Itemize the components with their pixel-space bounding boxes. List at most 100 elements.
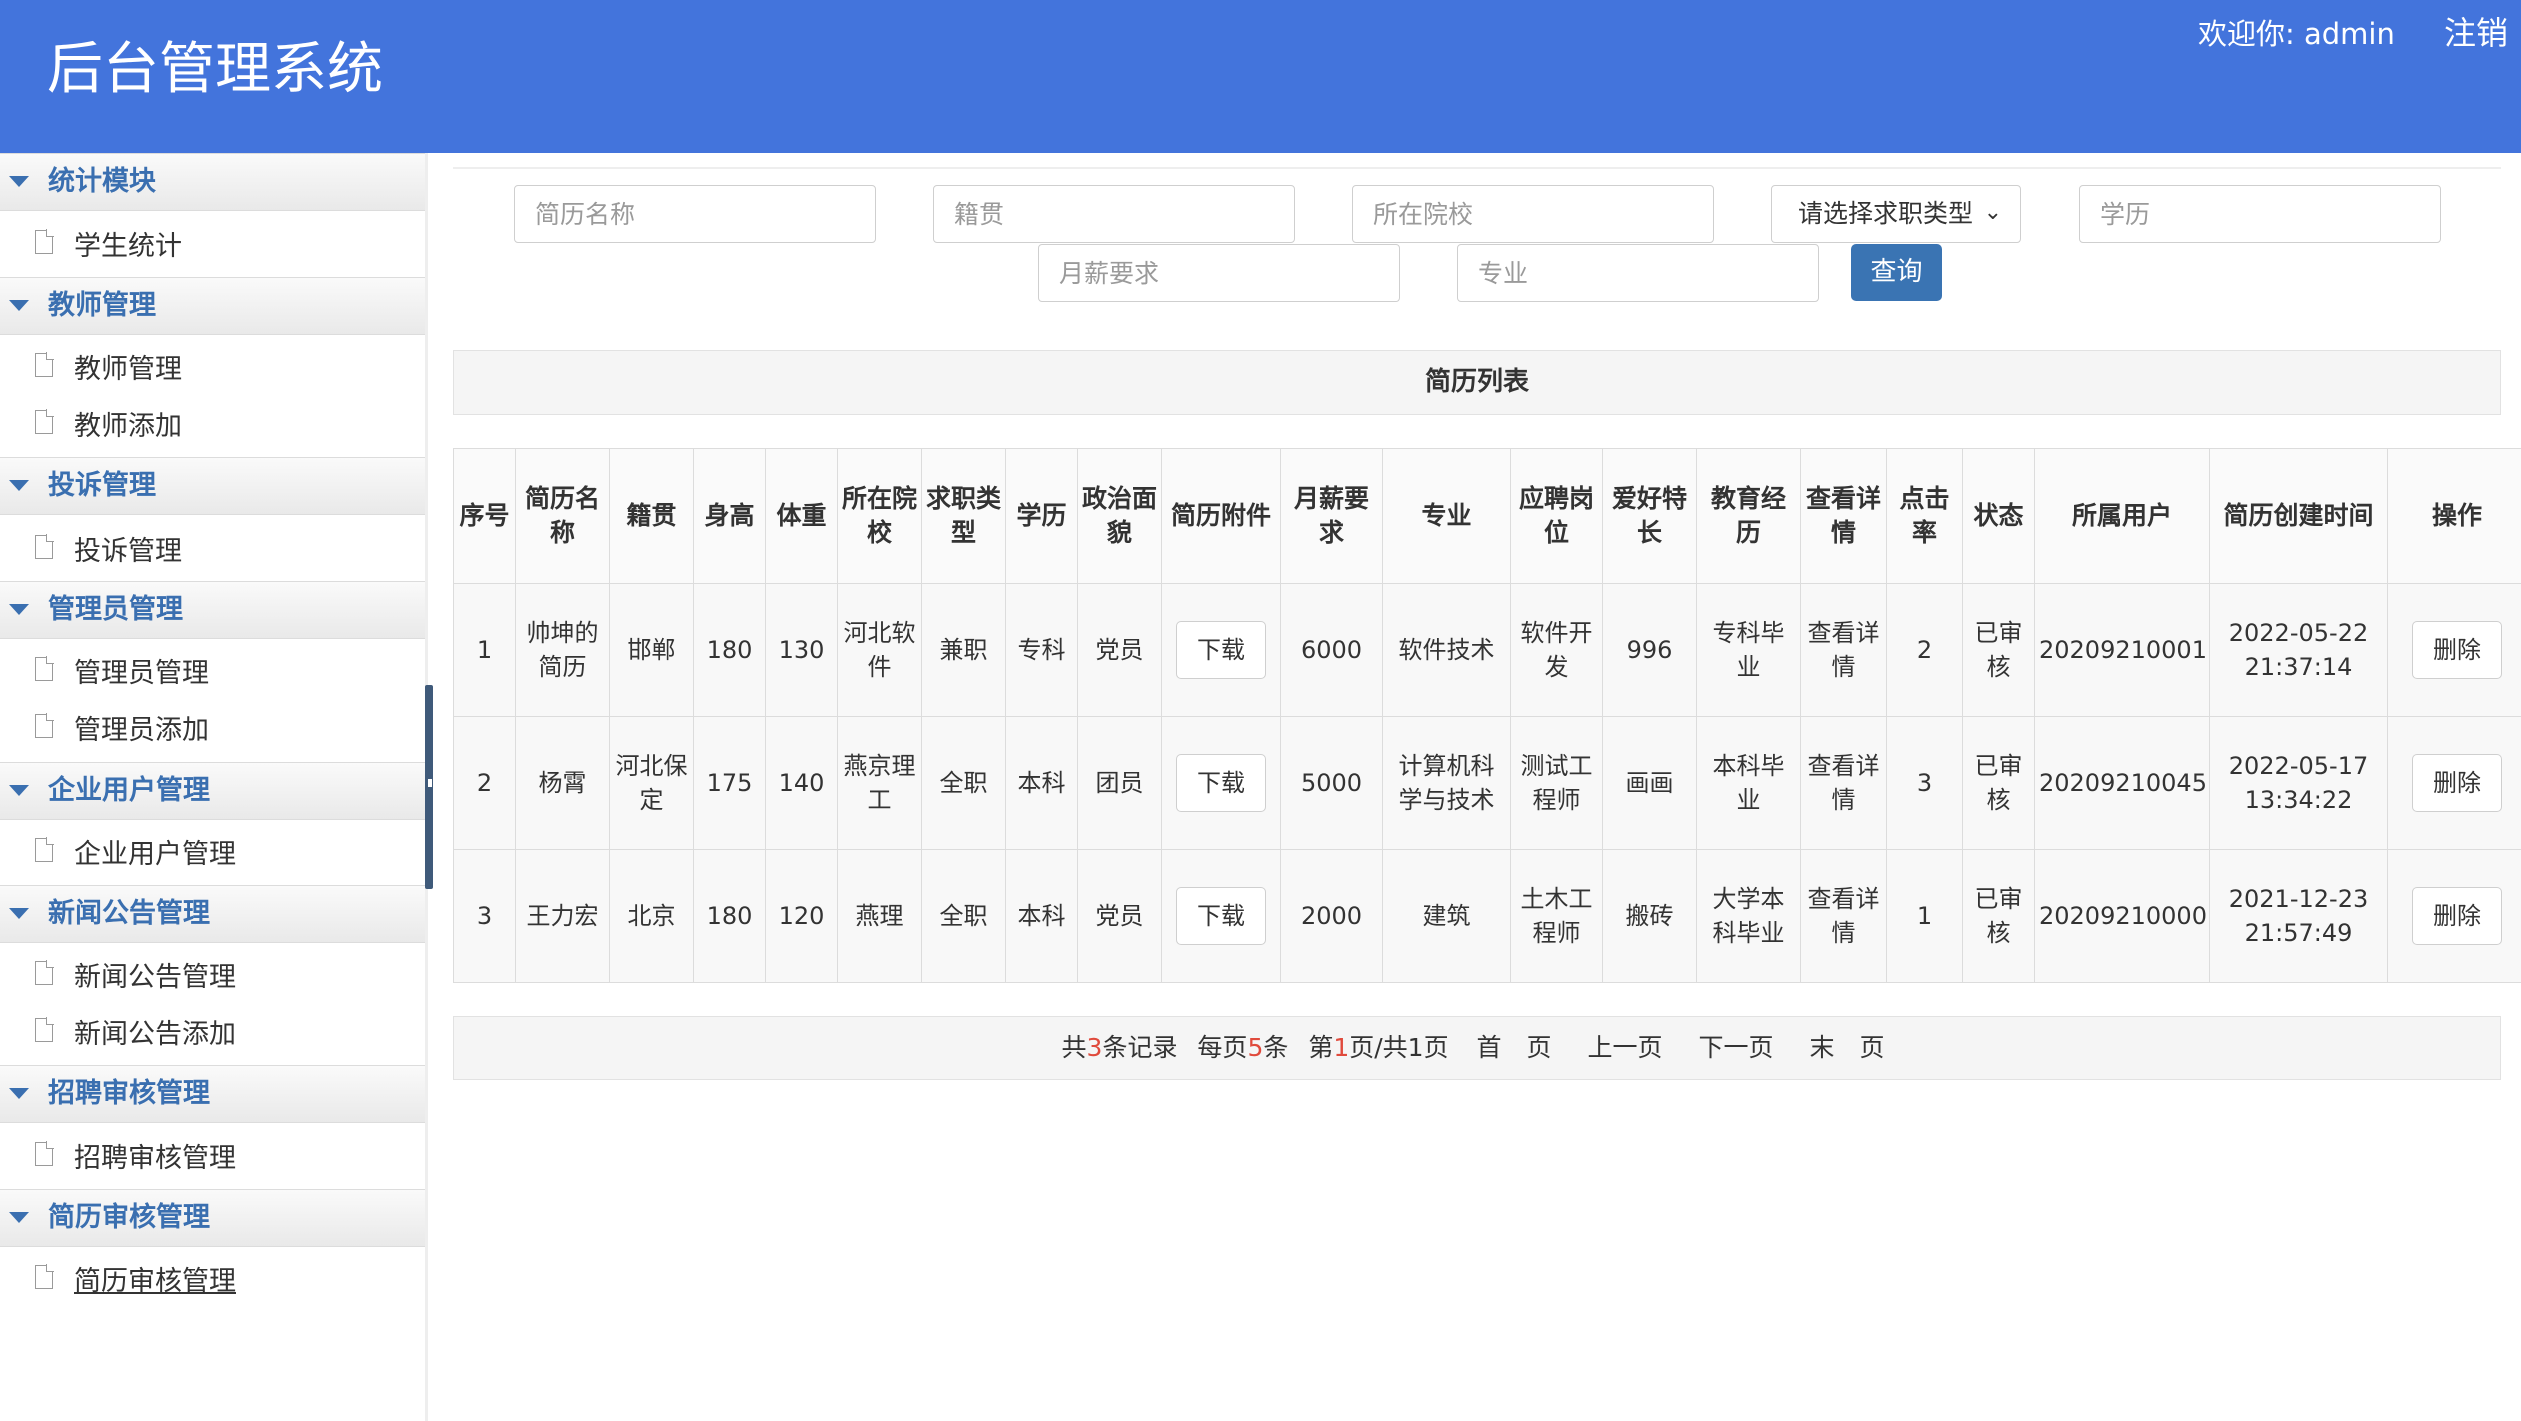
cell-weight: 120 — [765, 849, 838, 983]
page-info: 第1页/共1页 — [1308, 1033, 1448, 1062]
cell-attachment: 下载 — [1161, 849, 1281, 983]
caret-down-icon — [9, 300, 29, 311]
cell-height: 175 — [693, 716, 766, 850]
download-button[interactable]: 下载 — [1176, 887, 1266, 945]
document-icon — [35, 1017, 54, 1042]
sidebar-section-label: 新闻公告管理 — [48, 898, 210, 929]
column-header: 爱好特长 — [1602, 448, 1697, 584]
table-title: 简历列表 — [1424, 367, 1529, 397]
sidebar-item-complaint-manage[interactable]: 投诉管理 — [0, 525, 425, 579]
sidebar-item-label: 教师添加 — [74, 411, 182, 442]
column-header: 身高 — [693, 448, 766, 584]
page-suffix: 页/共1页 — [1349, 1033, 1449, 1062]
sidebar-item-resume-review-manage[interactable]: 简历审核管理 — [0, 1255, 425, 1309]
cell-clicks: 1 — [1886, 849, 1963, 983]
cell-political: 党员 — [1077, 583, 1162, 717]
delete-button[interactable]: 删除 — [2412, 887, 2502, 945]
sidebar-item-news-add[interactable]: 新闻公告添加 — [0, 1008, 425, 1062]
splitter-grip-icon — [428, 779, 432, 787]
sidebar-item-admin-manage[interactable]: 管理员管理 — [0, 647, 425, 701]
chevron-down-icon: ⌄ — [1983, 200, 2002, 225]
caret-down-icon — [9, 604, 29, 615]
school-input[interactable] — [1352, 185, 1714, 243]
prev-page-link[interactable]: 上一页 — [1588, 1033, 1663, 1062]
sidebar-section-label: 简历审核管理 — [48, 1202, 210, 1233]
sidebar-item-admin-add[interactable]: 管理员添加 — [0, 704, 425, 758]
job-type-select-value: 请选择求职类型 — [1798, 199, 1974, 228]
sidebar-item-enterprise-user-manage[interactable]: 企业用户管理 — [0, 828, 425, 882]
cell-status: 已审核 — [1962, 716, 2035, 850]
cell-job-type: 全职 — [921, 716, 1006, 850]
sidebar-item-label: 管理员添加 — [74, 715, 209, 746]
download-button[interactable]: 下载 — [1176, 754, 1266, 812]
caret-down-icon — [9, 176, 29, 187]
resume-name-input[interactable] — [514, 185, 876, 243]
per-page-prefix: 每页 — [1197, 1033, 1248, 1062]
cell-no: 1 — [453, 583, 516, 717]
salary-input[interactable] — [1038, 244, 1400, 302]
download-button[interactable]: 下载 — [1176, 621, 1266, 679]
column-header: 教育经历 — [1696, 448, 1801, 584]
education-input[interactable] — [2079, 185, 2441, 243]
sidebar-section-statistics[interactable]: 统计模块 — [0, 153, 425, 211]
view-detail-link[interactable]: 查看详情 — [1800, 849, 1887, 983]
sidebar-section-resume-review[interactable]: 简历审核管理 — [0, 1189, 425, 1247]
cell-created: 2021-12-23 21:57:49 — [2209, 849, 2388, 983]
cell-political: 党员 — [1077, 849, 1162, 983]
pagination-bar: 共3条记录 每页5条 第1页/共1页 首 页 上一页 下一页 末 页 — [453, 1016, 2501, 1080]
document-icon — [35, 713, 54, 738]
sidebar-item-teacher-add[interactable]: 教师添加 — [0, 400, 425, 454]
cell-position: 土木工程师 — [1510, 849, 1603, 983]
document-icon — [35, 534, 54, 559]
column-header: 点击率 — [1886, 448, 1963, 584]
logout-link[interactable]: 注销 — [2444, 12, 2508, 54]
column-header: 所属用户 — [2034, 448, 2210, 584]
sidebar-section-label: 投诉管理 — [48, 470, 156, 501]
cell-edu-exp: 专科毕业 — [1696, 583, 1801, 717]
hometown-input[interactable] — [933, 185, 1295, 243]
sidebar-section-job-review[interactable]: 招聘审核管理 — [0, 1065, 425, 1123]
sidebar-item-student-statistics[interactable]: 学生统计 — [0, 220, 425, 274]
sidebar-item-teacher-manage[interactable]: 教师管理 — [0, 343, 425, 397]
query-button[interactable]: 查询 — [1851, 244, 1942, 301]
column-header: 月薪要求 — [1280, 448, 1383, 584]
cell-clicks: 3 — [1886, 716, 1963, 850]
cell-major: 软件技术 — [1382, 583, 1511, 717]
column-header: 简历名称 — [515, 448, 610, 584]
sidebar-section-admins[interactable]: 管理员管理 — [0, 581, 425, 639]
major-input[interactable] — [1457, 244, 1819, 302]
sidebar-section-enterprise-users[interactable]: 企业用户管理 — [0, 762, 425, 820]
cell-action: 删除 — [2387, 583, 2521, 717]
table-row: 2 杨霄 河北保定 175 140 燕京理工 全职 本科 团员 下载 5000 … — [453, 716, 2521, 850]
next-page-link[interactable]: 下一页 — [1698, 1033, 1773, 1062]
first-page-link[interactable]: 首 页 — [1477, 1033, 1552, 1062]
sidebar-section-teachers[interactable]: 教师管理 — [0, 277, 425, 335]
table-header-row: 序号 简历名称 籍贯 身高 体重 所在院校 求职类型 学历 政治面貌 简历附件 … — [453, 448, 2521, 584]
last-page-link[interactable]: 末 页 — [1809, 1033, 1884, 1062]
delete-button[interactable]: 删除 — [2412, 754, 2502, 812]
sidebar-section-complaints[interactable]: 投诉管理 — [0, 457, 425, 515]
job-type-select[interactable]: 请选择求职类型 ⌄ — [1771, 185, 2021, 243]
view-detail-link[interactable]: 查看详情 — [1800, 583, 1887, 717]
cell-hometown: 河北保定 — [609, 716, 694, 850]
sidebar-splitter-handle[interactable] — [425, 685, 433, 889]
sidebar-item-news-manage[interactable]: 新闻公告管理 — [0, 951, 425, 1005]
cell-education: 专科 — [1005, 583, 1078, 717]
delete-button[interactable]: 删除 — [2412, 621, 2502, 679]
cell-education: 本科 — [1005, 716, 1078, 850]
cell-job-type: 兼职 — [921, 583, 1006, 717]
document-icon — [35, 837, 54, 862]
column-header: 状态 — [1962, 448, 2035, 584]
sidebar-item-job-review-manage[interactable]: 招聘审核管理 — [0, 1132, 425, 1186]
view-detail-link[interactable]: 查看详情 — [1800, 716, 1887, 850]
sidebar-item-label: 学生统计 — [74, 231, 182, 262]
sidebar-item-label: 招聘审核管理 — [74, 1143, 236, 1174]
cell-hobby: 画画 — [1602, 716, 1697, 850]
column-header: 查看详情 — [1800, 448, 1887, 584]
cell-created: 2022-05-17 13:34:22 — [2209, 716, 2388, 850]
total-count: 3 — [1086, 1033, 1103, 1062]
column-header: 求职类型 — [921, 448, 1006, 584]
cell-salary: 2000 — [1280, 849, 1383, 983]
cell-resume-name: 杨霄 — [515, 716, 610, 850]
sidebar-section-news[interactable]: 新闻公告管理 — [0, 885, 425, 943]
